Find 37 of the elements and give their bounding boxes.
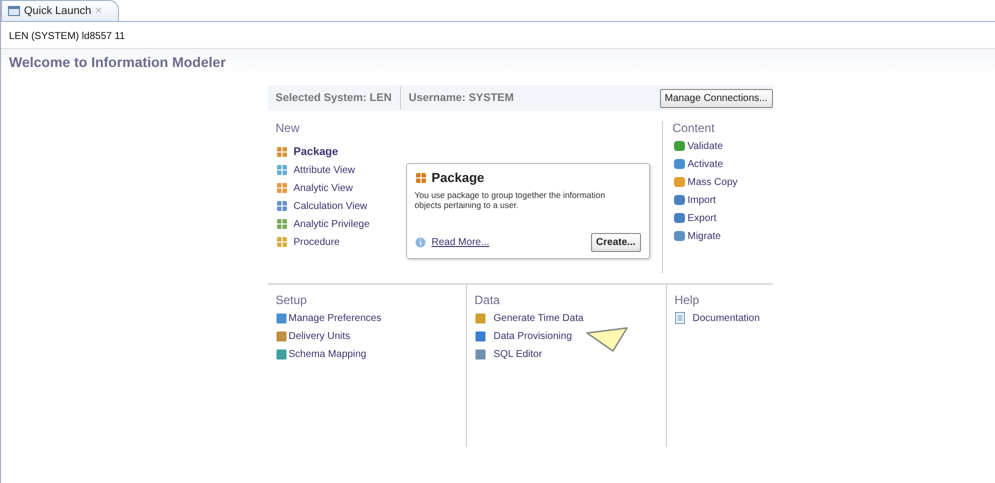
menu-item[interactable]: Procedure [276,233,406,251]
menu-item[interactable]: SQL Editor [474,345,658,363]
section-heading: Help [674,293,700,307]
menu-item[interactable]: Import [672,191,772,209]
menu-item[interactable]: Package [276,143,406,161]
menu-item[interactable]: Attribute View [276,161,406,179]
menu-item[interactable]: Validate [672,137,772,155]
manage-connections-button[interactable]: Manage Connections... [660,88,772,108]
menu-item[interactable]: Analytic Privilege [276,215,406,233]
username-label: Username: SYSTEM [408,92,515,104]
menu-item[interactable]: Mass Copy [672,173,772,191]
detail-description: You use package to group together the information objects pertaining to a user. [414,190,606,210]
grid-icon [414,172,426,184]
system-label: Selected System: LEN [276,87,401,109]
menu-item[interactable]: Calculation View [276,197,406,215]
menu-item[interactable]: Data Provisioning [474,327,658,345]
section-heading: Setup [276,293,308,307]
menu-item[interactable]: Migrate [672,227,772,245]
menu-item[interactable]: Schema Mapping [276,345,458,363]
menu-item[interactable]: Generate Time Data [474,309,658,327]
section-heading: Content [672,121,716,135]
menu-item[interactable]: Analytic View [276,179,406,197]
window-icon [8,6,20,16]
grid-icon [276,146,288,158]
pointer-icon [584,327,628,353]
read-more-link[interactable]: Read More... [432,237,586,248]
menu-item[interactable]: Documentation [674,309,764,327]
menu-item[interactable]: Manage Preferences [276,309,458,327]
menu-item[interactable]: Export [672,209,772,227]
menu-item[interactable]: Delivery Units [276,327,458,345]
quick-launch-tab[interactable]: Quick Launch × [1,0,119,21]
section-heading: New [276,121,301,135]
menu-item[interactable]: Activate [672,155,772,173]
info-icon [414,237,426,248]
section-heading: Data [474,293,501,307]
create-button[interactable]: Create... [591,233,640,252]
detail-title: Package [432,170,484,185]
